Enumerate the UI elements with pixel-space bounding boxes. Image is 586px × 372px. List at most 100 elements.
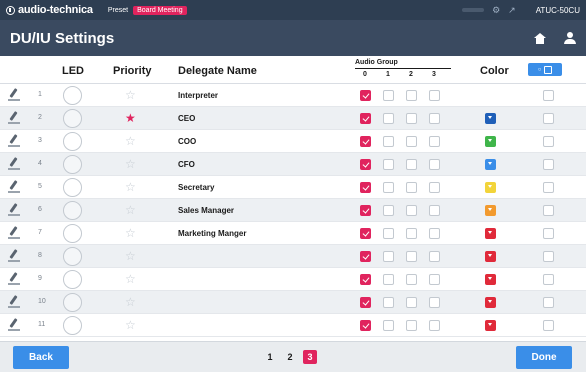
audio-group-checkbox[interactable] <box>406 113 417 124</box>
led-indicator[interactable] <box>63 247 82 266</box>
page-1-button[interactable]: 1 <box>263 350 277 364</box>
priority-star-icon[interactable]: ☆ <box>125 203 136 217</box>
led-indicator[interactable] <box>63 109 82 128</box>
row-select-checkbox[interactable] <box>543 205 554 216</box>
audio-group-checkbox[interactable] <box>360 159 371 170</box>
audio-group-checkbox[interactable] <box>360 228 371 239</box>
audio-group-checkbox[interactable] <box>406 320 417 331</box>
color-dropdown[interactable] <box>485 228 496 239</box>
audio-group-checkbox[interactable] <box>383 205 394 216</box>
row-select-checkbox[interactable] <box>543 159 554 170</box>
priority-star-icon[interactable]: ☆ <box>125 180 136 194</box>
audio-group-checkbox[interactable] <box>383 320 394 331</box>
audio-group-checkbox[interactable] <box>383 251 394 262</box>
user-icon[interactable] <box>564 32 576 44</box>
edit-pencil-icon[interactable] <box>8 180 20 194</box>
led-indicator[interactable] <box>63 178 82 197</box>
audio-group-checkbox[interactable] <box>406 251 417 262</box>
audio-group-checkbox[interactable] <box>383 297 394 308</box>
delegate-name[interactable]: COO <box>178 137 196 146</box>
delegate-name[interactable]: Marketing Manger <box>178 229 246 238</box>
done-button[interactable]: Done <box>516 346 572 369</box>
back-button[interactable]: Back <box>13 346 69 369</box>
color-dropdown[interactable] <box>485 274 496 285</box>
row-select-checkbox[interactable] <box>543 113 554 124</box>
color-dropdown[interactable] <box>485 182 496 193</box>
delegate-name[interactable]: CFO <box>178 160 195 169</box>
priority-star-icon[interactable]: ★ <box>125 111 136 125</box>
audio-group-checkbox[interactable] <box>360 274 371 285</box>
audio-group-checkbox[interactable] <box>360 182 371 193</box>
priority-star-icon[interactable]: ☆ <box>125 157 136 171</box>
audio-group-checkbox[interactable] <box>360 136 371 147</box>
priority-star-icon[interactable]: ☆ <box>125 134 136 148</box>
select-all-checkbox[interactable] <box>544 65 553 74</box>
edit-pencil-icon[interactable] <box>8 88 20 102</box>
edit-pencil-icon[interactable] <box>8 295 20 309</box>
row-select-checkbox[interactable] <box>543 182 554 193</box>
audio-group-checkbox[interactable] <box>429 159 440 170</box>
color-dropdown[interactable] <box>485 159 496 170</box>
home-icon[interactable] <box>534 32 546 44</box>
audio-group-checkbox[interactable] <box>429 251 440 262</box>
audio-group-checkbox[interactable] <box>406 159 417 170</box>
audio-group-checkbox[interactable] <box>429 228 440 239</box>
audio-group-checkbox[interactable] <box>406 297 417 308</box>
edit-pencil-icon[interactable] <box>8 134 20 148</box>
audio-group-checkbox[interactable] <box>383 113 394 124</box>
edit-pencil-icon[interactable] <box>8 111 20 125</box>
audio-group-checkbox[interactable] <box>406 182 417 193</box>
audio-group-checkbox[interactable] <box>383 228 394 239</box>
delegate-name[interactable]: CEO <box>178 114 195 123</box>
page-2-button[interactable]: 2 <box>283 350 297 364</box>
audio-group-checkbox[interactable] <box>360 297 371 308</box>
color-dropdown[interactable] <box>485 251 496 262</box>
priority-star-icon[interactable]: ☆ <box>125 226 136 240</box>
row-select-checkbox[interactable] <box>543 90 554 101</box>
delegate-name[interactable]: Sales Manager <box>178 206 234 215</box>
delegate-name[interactable]: Secretary <box>178 183 214 192</box>
color-dropdown[interactable] <box>485 320 496 331</box>
audio-group-checkbox[interactable] <box>383 159 394 170</box>
row-select-checkbox[interactable] <box>543 297 554 308</box>
select-all-toggle[interactable]: ○ <box>528 63 562 76</box>
audio-group-checkbox[interactable] <box>360 251 371 262</box>
priority-star-icon[interactable]: ☆ <box>125 295 136 309</box>
audio-group-checkbox[interactable] <box>360 320 371 331</box>
audio-group-checkbox[interactable] <box>429 113 440 124</box>
row-select-checkbox[interactable] <box>543 228 554 239</box>
audio-group-checkbox[interactable] <box>383 90 394 101</box>
row-select-checkbox[interactable] <box>543 274 554 285</box>
audio-group-checkbox[interactable] <box>406 228 417 239</box>
audio-group-checkbox[interactable] <box>429 274 440 285</box>
edit-pencil-icon[interactable] <box>8 157 20 171</box>
priority-star-icon[interactable]: ☆ <box>125 249 136 263</box>
edit-pencil-icon[interactable] <box>8 318 20 332</box>
page-3-button[interactable]: 3 <box>303 350 317 364</box>
audio-group-checkbox[interactable] <box>383 182 394 193</box>
row-select-checkbox[interactable] <box>543 136 554 147</box>
row-select-checkbox[interactable] <box>543 251 554 262</box>
audio-group-checkbox[interactable] <box>429 136 440 147</box>
audio-group-checkbox[interactable] <box>360 205 371 216</box>
led-indicator[interactable] <box>63 132 82 151</box>
led-indicator[interactable] <box>63 155 82 174</box>
audio-group-checkbox[interactable] <box>406 274 417 285</box>
audio-group-checkbox[interactable] <box>360 90 371 101</box>
audio-group-checkbox[interactable] <box>429 182 440 193</box>
edit-pencil-icon[interactable] <box>8 226 20 240</box>
audio-group-checkbox[interactable] <box>429 205 440 216</box>
edit-pencil-icon[interactable] <box>8 249 20 263</box>
color-dropdown[interactable] <box>485 205 496 216</box>
color-dropdown[interactable] <box>485 113 496 124</box>
color-dropdown[interactable] <box>485 136 496 147</box>
audio-group-checkbox[interactable] <box>429 320 440 331</box>
audio-group-checkbox[interactable] <box>360 113 371 124</box>
led-indicator[interactable] <box>63 316 82 335</box>
audio-group-checkbox[interactable] <box>406 136 417 147</box>
delegate-name[interactable]: Interpreter <box>178 91 218 100</box>
audio-group-checkbox[interactable] <box>429 90 440 101</box>
priority-star-icon[interactable]: ☆ <box>125 272 136 286</box>
audio-group-checkbox[interactable] <box>383 136 394 147</box>
audio-group-checkbox[interactable] <box>429 297 440 308</box>
